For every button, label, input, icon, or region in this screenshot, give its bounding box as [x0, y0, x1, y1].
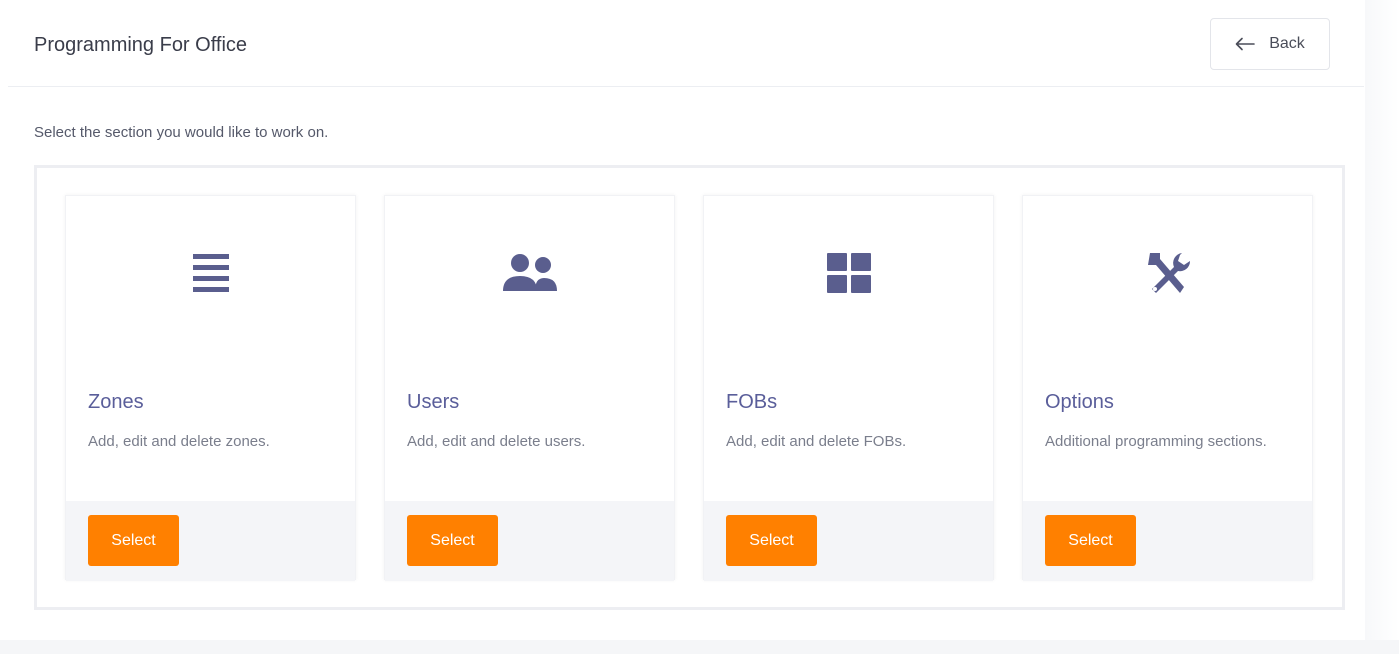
tools-icon: [1023, 248, 1312, 298]
card-title: FOBs: [726, 391, 778, 413]
card-footer: Select: [385, 501, 674, 581]
back-button-label: Back: [1269, 35, 1305, 52]
card-footer: Select: [1023, 501, 1312, 581]
users-icon: [385, 248, 674, 298]
instruction-text: Select the section you would like to wor…: [34, 124, 329, 141]
card-description: Add, edit and delete users.: [407, 433, 586, 450]
card-description: Add, edit and delete FOBs.: [726, 433, 907, 450]
page-title: Programming For Office: [34, 34, 248, 56]
right-edge-shade: [1365, 0, 1399, 654]
card-options: Options Additional programming sections.…: [1022, 195, 1313, 581]
select-fobs-button[interactable]: Select: [726, 515, 817, 566]
list-icon: [66, 248, 355, 298]
bottom-strip: [0, 640, 1399, 654]
card-zones: Zones Add, edit and delete zones. Select: [65, 195, 356, 581]
select-users-button[interactable]: Select: [407, 515, 498, 566]
card-title: Options: [1045, 391, 1114, 413]
card-footer: Select: [704, 501, 993, 581]
card-description: Additional programming sections.: [1045, 433, 1267, 450]
select-zones-button[interactable]: Select: [88, 515, 179, 566]
card-users: Users Add, edit and delete users. Select: [384, 195, 675, 581]
card-description: Add, edit and delete zones.: [88, 433, 270, 450]
card-footer: Select: [66, 501, 355, 581]
card-fobs: FOBs Add, edit and delete FOBs. Select: [703, 195, 994, 581]
card-title: Users: [407, 391, 460, 413]
page-header: Programming For Office Back: [8, 0, 1364, 87]
select-options-button[interactable]: Select: [1045, 515, 1136, 566]
card-title: Zones: [88, 391, 144, 413]
page: Programming For Office Back Select the s…: [0, 0, 1399, 654]
grid-icon: [704, 248, 993, 298]
arrow-left-icon: [1235, 37, 1256, 51]
back-button[interactable]: Back: [1210, 18, 1330, 70]
